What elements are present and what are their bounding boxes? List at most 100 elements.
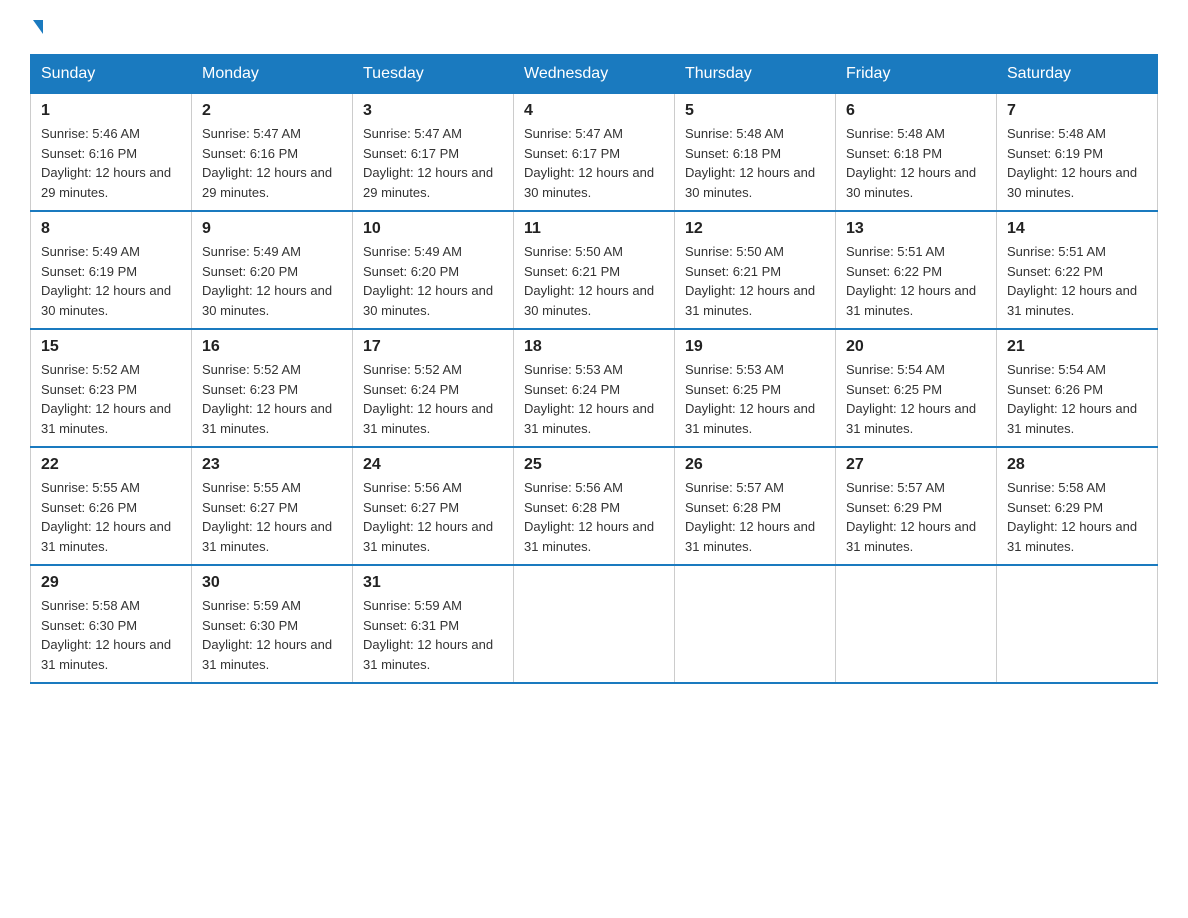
day-number: 26 <box>685 456 825 474</box>
day-number: 18 <box>524 338 664 356</box>
day-number: 20 <box>846 338 986 356</box>
day-info: Sunrise: 5:54 AMSunset: 6:25 PMDaylight:… <box>846 360 986 438</box>
day-number: 16 <box>202 338 342 356</box>
calendar-day-cell: 30 Sunrise: 5:59 AMSunset: 6:30 PMDayligh… <box>192 565 353 683</box>
calendar-day-cell: 20 Sunrise: 5:54 AMSunset: 6:25 PMDayligh… <box>836 329 997 447</box>
calendar-day-cell: 23 Sunrise: 5:55 AMSunset: 6:27 PMDayligh… <box>192 447 353 565</box>
calendar-day-cell: 9 Sunrise: 5:49 AMSunset: 6:20 PMDaylight… <box>192 211 353 329</box>
day-number: 15 <box>41 338 181 356</box>
calendar-day-cell: 7 Sunrise: 5:48 AMSunset: 6:19 PMDaylight… <box>997 94 1158 212</box>
day-info: Sunrise: 5:49 AMSunset: 6:20 PMDaylight:… <box>363 242 503 320</box>
calendar-header-tuesday: Tuesday <box>353 55 514 94</box>
day-info: Sunrise: 5:48 AMSunset: 6:18 PMDaylight:… <box>846 124 986 202</box>
day-info: Sunrise: 5:52 AMSunset: 6:24 PMDaylight:… <box>363 360 503 438</box>
calendar-day-cell: 25Sunrise: 5:56 AMSunset: 6:28 PMDayligh… <box>514 447 675 565</box>
calendar-day-cell: 28 Sunrise: 5:58 AMSunset: 6:29 PMDayligh… <box>997 447 1158 565</box>
day-info: Sunrise: 5:48 AMSunset: 6:18 PMDaylight:… <box>685 124 825 202</box>
calendar-day-cell: 21 Sunrise: 5:54 AMSunset: 6:26 PMDayligh… <box>997 329 1158 447</box>
calendar-day-cell: 17 Sunrise: 5:52 AMSunset: 6:24 PMDayligh… <box>353 329 514 447</box>
day-info: Sunrise: 5:55 AMSunset: 6:27 PMDaylight:… <box>202 478 342 556</box>
calendar-day-cell: 22 Sunrise: 5:55 AMSunset: 6:26 PMDayligh… <box>31 447 192 565</box>
day-number: 21 <box>1007 338 1147 356</box>
calendar-day-cell: 24 Sunrise: 5:56 AMSunset: 6:27 PMDayligh… <box>353 447 514 565</box>
day-number: 22 <box>41 456 181 474</box>
calendar-day-cell: 11 Sunrise: 5:50 AMSunset: 6:21 PMDayligh… <box>514 211 675 329</box>
day-number: 4 <box>524 102 664 120</box>
day-number: 6 <box>846 102 986 120</box>
day-number: 24 <box>363 456 503 474</box>
day-number: 8 <box>41 220 181 238</box>
day-number: 30 <box>202 574 342 592</box>
day-info: Sunrise: 5:56 AMSunset: 6:28 PMDaylight:… <box>524 478 664 556</box>
calendar-day-cell: 3 Sunrise: 5:47 AMSunset: 6:17 PMDaylight… <box>353 94 514 212</box>
calendar-day-cell: 6 Sunrise: 5:48 AMSunset: 6:18 PMDaylight… <box>836 94 997 212</box>
day-number: 17 <box>363 338 503 356</box>
calendar-week-row: 29 Sunrise: 5:58 AMSunset: 6:30 PMDayligh… <box>31 565 1158 683</box>
day-number: 3 <box>363 102 503 120</box>
logo-triangle-icon <box>33 20 43 34</box>
calendar-day-cell <box>675 565 836 683</box>
day-number: 31 <box>363 574 503 592</box>
calendar-week-row: 8 Sunrise: 5:49 AMSunset: 6:19 PMDaylight… <box>31 211 1158 329</box>
calendar-table: SundayMondayTuesdayWednesdayThursdayFrid… <box>30 54 1158 684</box>
day-number: 14 <box>1007 220 1147 238</box>
day-info: Sunrise: 5:46 AMSunset: 6:16 PMDaylight:… <box>41 124 181 202</box>
day-info: Sunrise: 5:55 AMSunset: 6:26 PMDaylight:… <box>41 478 181 556</box>
day-info: Sunrise: 5:57 AMSunset: 6:28 PMDaylight:… <box>685 478 825 556</box>
calendar-header-saturday: Saturday <box>997 55 1158 94</box>
calendar-day-cell: 1Sunrise: 5:46 AMSunset: 6:16 PMDaylight… <box>31 94 192 212</box>
day-info: Sunrise: 5:50 AMSunset: 6:21 PMDaylight:… <box>524 242 664 320</box>
day-number: 10 <box>363 220 503 238</box>
calendar-day-cell: 5 Sunrise: 5:48 AMSunset: 6:18 PMDaylight… <box>675 94 836 212</box>
calendar-day-cell: 10 Sunrise: 5:49 AMSunset: 6:20 PMDayligh… <box>353 211 514 329</box>
day-info: Sunrise: 5:49 AMSunset: 6:20 PMDaylight:… <box>202 242 342 320</box>
day-number: 2 <box>202 102 342 120</box>
day-info: Sunrise: 5:56 AMSunset: 6:27 PMDaylight:… <box>363 478 503 556</box>
calendar-day-cell: 29 Sunrise: 5:58 AMSunset: 6:30 PMDayligh… <box>31 565 192 683</box>
day-number: 13 <box>846 220 986 238</box>
day-info: Sunrise: 5:47 AMSunset: 6:17 PMDaylight:… <box>524 124 664 202</box>
day-info: Sunrise: 5:49 AMSunset: 6:19 PMDaylight:… <box>41 242 181 320</box>
calendar-header-sunday: Sunday <box>31 55 192 94</box>
calendar-day-cell <box>836 565 997 683</box>
day-info: Sunrise: 5:53 AMSunset: 6:25 PMDaylight:… <box>685 360 825 438</box>
day-number: 11 <box>524 220 664 238</box>
calendar-header-wednesday: Wednesday <box>514 55 675 94</box>
calendar-day-cell: 8 Sunrise: 5:49 AMSunset: 6:19 PMDaylight… <box>31 211 192 329</box>
day-number: 19 <box>685 338 825 356</box>
day-number: 29 <box>41 574 181 592</box>
calendar-header-row: SundayMondayTuesdayWednesdayThursdayFrid… <box>31 55 1158 94</box>
day-info: Sunrise: 5:59 AMSunset: 6:30 PMDaylight:… <box>202 596 342 674</box>
day-info: Sunrise: 5:48 AMSunset: 6:19 PMDaylight:… <box>1007 124 1147 202</box>
day-info: Sunrise: 5:54 AMSunset: 6:26 PMDaylight:… <box>1007 360 1147 438</box>
calendar-day-cell: 18 Sunrise: 5:53 AMSunset: 6:24 PMDayligh… <box>514 329 675 447</box>
day-info: Sunrise: 5:58 AMSunset: 6:30 PMDaylight:… <box>41 596 181 674</box>
calendar-day-cell: 13Sunrise: 5:51 AMSunset: 6:22 PMDayligh… <box>836 211 997 329</box>
calendar-header-thursday: Thursday <box>675 55 836 94</box>
logo <box>30 20 43 34</box>
calendar-header-friday: Friday <box>836 55 997 94</box>
calendar-day-cell: 2Sunrise: 5:47 AMSunset: 6:16 PMDaylight… <box>192 94 353 212</box>
day-info: Sunrise: 5:47 AMSunset: 6:17 PMDaylight:… <box>363 124 503 202</box>
day-info: Sunrise: 5:58 AMSunset: 6:29 PMDaylight:… <box>1007 478 1147 556</box>
calendar-week-row: 15 Sunrise: 5:52 AMSunset: 6:23 PMDayligh… <box>31 329 1158 447</box>
calendar-day-cell: 19 Sunrise: 5:53 AMSunset: 6:25 PMDayligh… <box>675 329 836 447</box>
day-info: Sunrise: 5:52 AMSunset: 6:23 PMDaylight:… <box>202 360 342 438</box>
calendar-day-cell: 26 Sunrise: 5:57 AMSunset: 6:28 PMDayligh… <box>675 447 836 565</box>
calendar-day-cell: 15 Sunrise: 5:52 AMSunset: 6:23 PMDayligh… <box>31 329 192 447</box>
calendar-week-row: 1Sunrise: 5:46 AMSunset: 6:16 PMDaylight… <box>31 94 1158 212</box>
calendar-day-cell: 12Sunrise: 5:50 AMSunset: 6:21 PMDayligh… <box>675 211 836 329</box>
day-number: 28 <box>1007 456 1147 474</box>
calendar-day-cell: 27Sunrise: 5:57 AMSunset: 6:29 PMDayligh… <box>836 447 997 565</box>
calendar-week-row: 22 Sunrise: 5:55 AMSunset: 6:26 PMDayligh… <box>31 447 1158 565</box>
day-number: 9 <box>202 220 342 238</box>
day-number: 5 <box>685 102 825 120</box>
calendar-day-cell: 16 Sunrise: 5:52 AMSunset: 6:23 PMDayligh… <box>192 329 353 447</box>
day-number: 7 <box>1007 102 1147 120</box>
calendar-day-cell: 31Sunrise: 5:59 AMSunset: 6:31 PMDayligh… <box>353 565 514 683</box>
day-info: Sunrise: 5:52 AMSunset: 6:23 PMDaylight:… <box>41 360 181 438</box>
day-info: Sunrise: 5:57 AMSunset: 6:29 PMDaylight:… <box>846 478 986 556</box>
day-number: 23 <box>202 456 342 474</box>
day-info: Sunrise: 5:53 AMSunset: 6:24 PMDaylight:… <box>524 360 664 438</box>
day-number: 12 <box>685 220 825 238</box>
